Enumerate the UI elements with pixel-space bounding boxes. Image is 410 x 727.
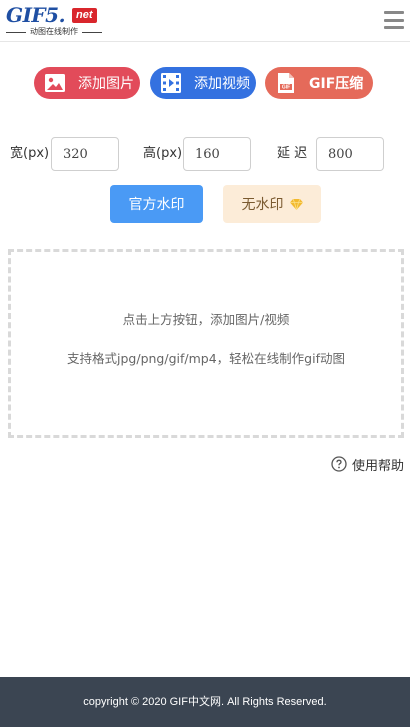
gif-icon-text: GIF <box>282 85 290 91</box>
logo[interactable]: GIF5. net 动图在线制作 <box>6 4 102 38</box>
size-params: 宽(px) 高(px) 延 迟 <box>0 137 410 171</box>
hamburger-menu-icon[interactable] <box>384 11 404 29</box>
copyright-text: copyright © 2020 GIF中文网. All Rights Rese… <box>83 696 327 708</box>
add-video-label: 添加视频 <box>194 76 250 92</box>
question-circle-icon <box>331 456 347 472</box>
footer: copyright © 2020 GIF中文网. All Rights Rese… <box>0 677 410 727</box>
width-label: 宽(px) <box>10 146 50 161</box>
gif-compress-button[interactable]: GIF GIF压缩 <box>265 67 373 99</box>
official-watermark-label: 官方水印 <box>128 197 185 213</box>
dropzone-formats: 支持格式jpg/png/gif/mp4，轻松在线制作gif动图 <box>67 351 345 366</box>
logo-subtitle: 动图在线制作 <box>6 27 102 37</box>
add-image-label: 添加图片 <box>78 76 134 92</box>
width-input[interactable] <box>51 137 119 171</box>
logo-text: GIF5. <box>6 3 66 27</box>
gif-compress-label: GIF压缩 <box>309 76 364 92</box>
delay-label: 延 迟 <box>277 146 308 161</box>
delay-input[interactable] <box>316 137 384 171</box>
no-watermark-button[interactable]: 无水印 <box>223 185 321 223</box>
add-video-button[interactable]: 添加视频 <box>150 67 256 99</box>
action-buttons: 添加图片 添加视频 GIF GIF压缩 <box>0 67 410 99</box>
height-label: 高(px) <box>143 146 183 161</box>
height-input[interactable] <box>183 137 251 171</box>
header: GIF5. net 动图在线制作 <box>0 0 410 42</box>
diamond-icon <box>289 198 303 210</box>
help-label: 使用帮助 <box>351 458 404 474</box>
official-watermark-button[interactable]: 官方水印 <box>110 185 203 223</box>
gif-file-icon: GIF <box>278 73 294 93</box>
help-link[interactable]: 使用帮助 <box>331 455 404 474</box>
image-icon <box>45 74 65 92</box>
upload-dropzone[interactable]: 点击上方按钮，添加图片/视频 支持格式jpg/png/gif/mp4，轻松在线制… <box>8 249 404 438</box>
film-icon <box>161 73 181 93</box>
dropzone-hint: 点击上方按钮，添加图片/视频 <box>122 312 290 327</box>
add-image-button[interactable]: 添加图片 <box>34 67 140 99</box>
no-watermark-label: 无水印 <box>241 197 284 213</box>
logo-net-badge: net <box>72 8 97 23</box>
